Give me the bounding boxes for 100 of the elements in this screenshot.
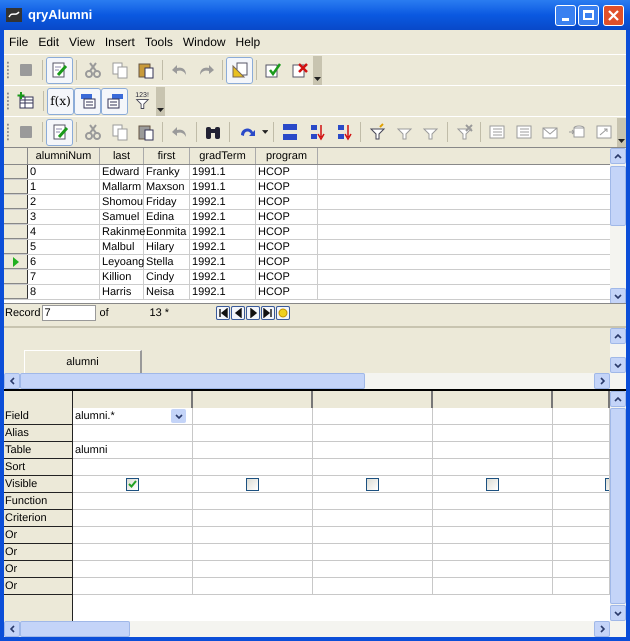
minimize-button[interactable] — [555, 4, 576, 26]
column-header[interactable]: gradTerm — [190, 148, 256, 164]
scrollbar-thumb[interactable] — [610, 166, 626, 226]
scroll-down-button[interactable] — [610, 288, 626, 304]
grid-cell[interactable] — [73, 493, 193, 510]
grid-cell[interactable] — [433, 493, 553, 510]
grid-cell[interactable] — [433, 459, 553, 476]
grid-cell[interactable] — [193, 442, 313, 459]
grid-cell[interactable] — [553, 510, 610, 527]
design-view-button[interactable] — [226, 56, 253, 84]
next-record-button[interactable] — [246, 306, 260, 320]
table-name-button[interactable] — [74, 88, 102, 114]
grid-cell[interactable] — [553, 561, 610, 578]
column-header[interactable]: alumniNum — [28, 148, 100, 164]
grid-cell[interactable] — [313, 493, 433, 510]
menu-item[interactable]: Insert — [100, 31, 140, 53]
grid-cell[interactable] — [553, 527, 610, 544]
grid-cell[interactable] — [553, 578, 610, 595]
scroll-up-button[interactable] — [610, 391, 626, 407]
grid-cell[interactable] — [313, 408, 433, 425]
grid-cell[interactable] — [313, 442, 433, 459]
horizontal-scrollbar[interactable] — [4, 373, 626, 389]
scroll-up-button[interactable] — [610, 328, 626, 344]
previous-record-button[interactable] — [231, 306, 246, 320]
grid-cell[interactable] — [313, 527, 433, 544]
grid-cell[interactable]: alumni — [73, 442, 193, 459]
grid-cell[interactable] — [553, 442, 610, 459]
row-header[interactable] — [4, 195, 28, 209]
grid-cell[interactable] — [313, 544, 433, 561]
grid-cell[interactable] — [433, 561, 553, 578]
scroll-up-button[interactable] — [610, 148, 626, 164]
menu-item[interactable]: Edit — [33, 31, 64, 53]
row-header[interactable] — [4, 270, 28, 284]
scrollbar-thumb[interactable] — [20, 373, 365, 389]
scroll-right-button[interactable] — [594, 621, 610, 637]
grid-cell[interactable] — [73, 527, 193, 544]
grid-cell[interactable] — [553, 408, 610, 425]
menu-item[interactable]: Window — [178, 31, 231, 53]
grid-cell[interactable] — [433, 527, 553, 544]
grid-cell[interactable] — [193, 578, 313, 595]
grid-cell[interactable] — [433, 510, 553, 527]
field-value[interactable]: alumni.* — [73, 408, 115, 424]
menu-item[interactable]: Tools — [140, 31, 178, 53]
grid-cell[interactable] — [433, 408, 553, 425]
grid-cell[interactable] — [193, 527, 313, 544]
toolbar-grip-icon[interactable] — [7, 91, 10, 111]
row-header[interactable] — [4, 180, 28, 194]
vertical-scrollbar[interactable] — [610, 148, 626, 304]
row-header[interactable] — [4, 240, 28, 254]
grid-cell[interactable] — [313, 561, 433, 578]
grid-cell[interactable] — [73, 544, 193, 561]
column-header[interactable]: first — [144, 148, 190, 164]
grid-cell[interactable] — [193, 459, 313, 476]
grid-cell[interactable] — [553, 493, 610, 510]
grid-cell[interactable] — [553, 544, 610, 561]
scroll-down-button[interactable] — [610, 605, 626, 621]
checkbox[interactable] — [126, 478, 139, 490]
menu-item[interactable]: Help — [230, 31, 266, 53]
row-header[interactable] — [4, 285, 28, 299]
grid-cell[interactable] — [433, 578, 553, 595]
toolbar-overflow-button[interactable] — [312, 56, 322, 84]
dropdown-arrow-icon[interactable] — [262, 130, 268, 134]
last-record-button[interactable] — [261, 306, 276, 320]
grid-cell[interactable] — [433, 442, 553, 459]
new-record-button[interactable] — [276, 306, 290, 320]
grid-cell[interactable] — [193, 408, 313, 425]
toolbar-overflow-button[interactable] — [156, 86, 165, 116]
row-header[interactable] — [4, 165, 28, 179]
edit-button[interactable] — [46, 56, 73, 84]
grid-cell[interactable] — [433, 544, 553, 561]
alias-button[interactable] — [101, 88, 128, 114]
menu-item[interactable]: File — [4, 31, 34, 53]
grid-cell[interactable] — [73, 578, 193, 595]
grid-cell[interactable] — [313, 459, 433, 476]
checkbox[interactable] — [246, 478, 259, 490]
vertical-scrollbar[interactable] — [610, 328, 626, 373]
function-button[interactable]: f(x) — [46, 88, 74, 114]
first-record-button[interactable] — [216, 306, 230, 320]
grid-cell[interactable] — [433, 425, 553, 442]
checkbox[interactable] — [366, 478, 379, 490]
grid-cell[interactable] — [313, 578, 433, 595]
toolbar-grip-icon[interactable] — [7, 122, 10, 142]
scroll-down-button[interactable] — [610, 357, 626, 373]
horizontal-scrollbar[interactable] — [4, 621, 626, 637]
grid-cell[interactable] — [73, 561, 193, 578]
grid-cell[interactable] — [193, 425, 313, 442]
edit-button[interactable] — [46, 118, 73, 146]
grid-cell[interactable] — [73, 459, 193, 476]
row-header[interactable] — [4, 225, 28, 239]
dropdown-button[interactable] — [171, 409, 186, 423]
close-button[interactable] — [603, 4, 624, 26]
grid-cell[interactable] — [193, 561, 313, 578]
scrollbar-thumb[interactable] — [20, 621, 130, 637]
menu-item[interactable]: View — [64, 31, 100, 53]
maximize-button[interactable] — [578, 4, 599, 26]
grid-cell[interactable] — [73, 510, 193, 527]
toolbar-overflow-button[interactable] — [616, 118, 626, 146]
column-header[interactable]: program — [256, 148, 318, 164]
toolbar-grip-icon[interactable] — [7, 60, 10, 80]
scroll-right-button[interactable] — [594, 373, 610, 389]
